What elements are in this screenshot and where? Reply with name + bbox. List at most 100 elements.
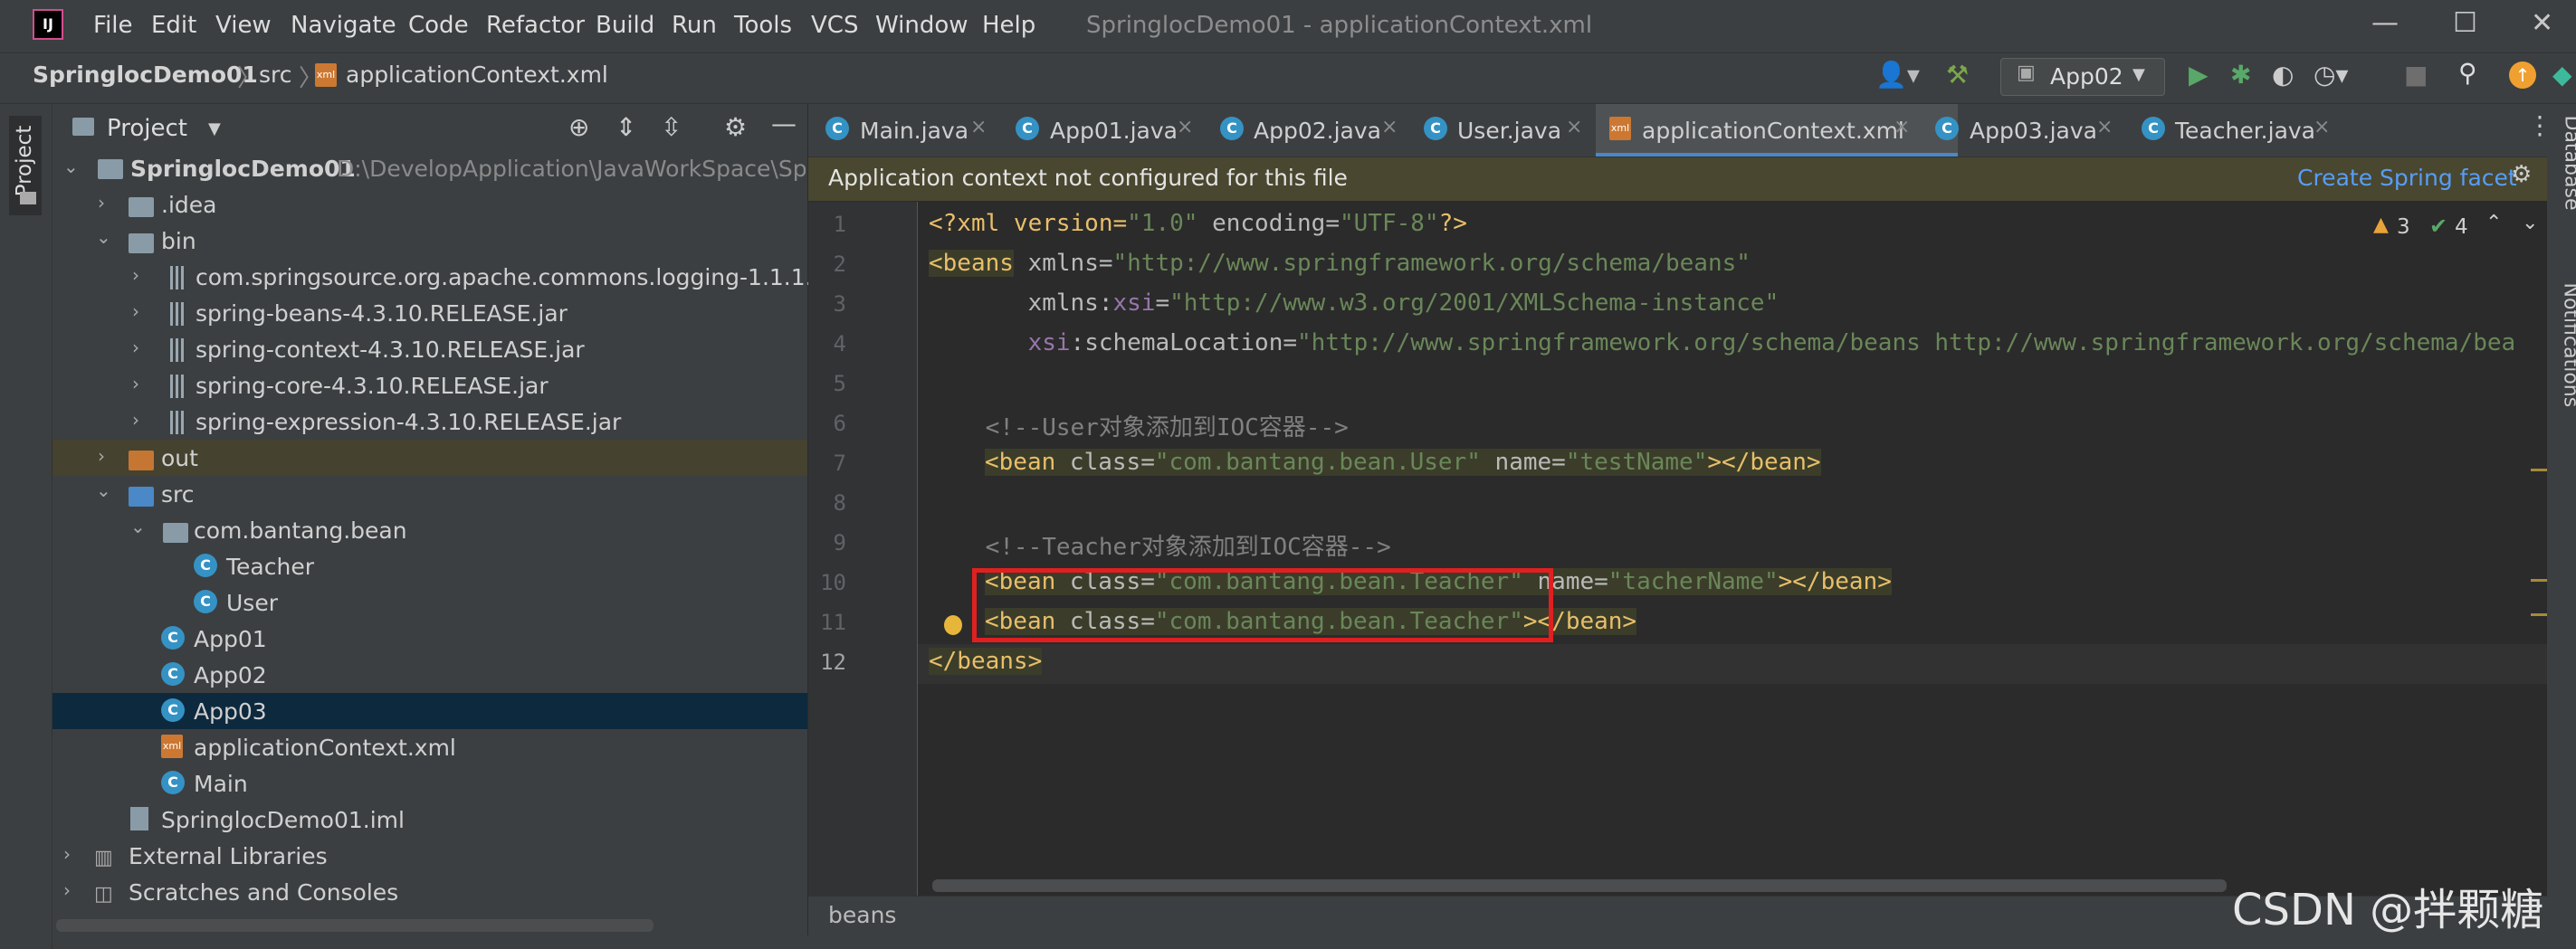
code-token: ></bean> — [1707, 449, 1821, 476]
menu-view[interactable]: View — [215, 12, 272, 39]
close-window-button[interactable]: ✕ — [2531, 7, 2553, 39]
tree-item-out[interactable]: out — [161, 445, 198, 471]
tab-application-context-xml[interactable]: applicationContext.xml — [1642, 118, 1904, 144]
tree-item-external-libraries[interactable]: External Libraries — [129, 843, 328, 869]
close-icon[interactable]: × — [2314, 116, 2330, 138]
tab-app01-java[interactable]: App01.java — [1050, 118, 1178, 144]
gear-icon[interactable]: ⚙ — [724, 112, 747, 142]
locate-icon[interactable]: ⊕ — [568, 112, 589, 142]
tree-item-project-root[interactable]: SpringlocDemo01 — [130, 156, 356, 182]
tree-item-user[interactable]: User — [226, 590, 278, 616]
tree-item-teacher[interactable]: Teacher — [226, 554, 314, 580]
menu-tools[interactable]: Tools — [734, 12, 792, 39]
class-icon: C — [161, 662, 185, 686]
menu-file[interactable]: File — [93, 12, 133, 39]
tree-item-app01[interactable]: App01 — [194, 626, 267, 652]
minimize-button[interactable]: — — [2371, 7, 2399, 39]
chevron-up-icon[interactable]: ⌃ — [2485, 212, 2502, 234]
chevron-right-icon[interactable]: › — [132, 337, 139, 358]
plugin-icon[interactable]: ◆ — [2552, 60, 2572, 90]
menu-refactor[interactable]: Refactor — [486, 12, 585, 39]
editor-horizontal-scrollbar[interactable] — [932, 879, 2227, 892]
tree-item-jar[interactable]: spring-core-4.3.10.RELEASE.jar — [196, 373, 549, 399]
tree-item-package[interactable]: com.bantang.bean — [194, 517, 407, 544]
notifications-tool-tab[interactable]: Notifications — [2560, 283, 2576, 428]
close-icon[interactable]: × — [2096, 116, 2113, 138]
create-spring-facet-link[interactable]: Create Spring facet — [2297, 165, 2517, 191]
watermark: CSDN @拌颗糖 — [2232, 885, 2544, 935]
tree-item-main[interactable]: Main — [194, 771, 248, 797]
tree-item-jar[interactable]: spring-expression-4.3.10.RELEASE.jar — [196, 409, 621, 435]
update-icon[interactable]: ↑ — [2509, 62, 2536, 89]
tree-item-iml[interactable]: SpringlocDemo01.iml — [161, 807, 405, 833]
close-icon[interactable]: × — [1566, 116, 1582, 138]
coverage-icon[interactable]: ◐ — [2272, 60, 2294, 90]
menu-navigate[interactable]: Navigate — [291, 12, 396, 39]
menu-run[interactable]: Run — [672, 12, 717, 39]
chevron-right-icon[interactable]: › — [132, 373, 139, 394]
chevron-right-icon[interactable]: › — [63, 843, 71, 865]
menu-code[interactable]: Code — [408, 12, 469, 39]
close-icon[interactable]: × — [1177, 116, 1193, 138]
menu-window[interactable]: Window — [875, 12, 968, 39]
chevron-down-icon[interactable]: ⌄ — [96, 226, 111, 248]
tree-item-application-context[interactable]: applicationContext.xml — [194, 735, 456, 761]
tree-item-app02[interactable]: App02 — [194, 662, 267, 688]
tree-item-scratches[interactable]: Scratches and Consoles — [129, 879, 398, 906]
tree-item-jar[interactable]: com.springsource.org.apache.commons.logg… — [196, 264, 842, 290]
breadcrumb-folder[interactable]: src — [259, 62, 292, 88]
stop-icon[interactable]: ■ — [2404, 60, 2428, 90]
menu-help[interactable]: Help — [982, 12, 1035, 39]
close-icon[interactable]: × — [970, 116, 987, 138]
tab-teacher-java[interactable]: Teacher.java — [2175, 118, 2315, 144]
run-icon[interactable]: ▶ — [2189, 60, 2209, 90]
breadcrumb-file[interactable]: applicationContext.xml — [346, 62, 608, 88]
menu-vcs[interactable]: VCS — [811, 12, 858, 39]
project-panel-title[interactable]: Project — [107, 115, 187, 142]
profile-icon[interactable]: ◷▾ — [2314, 60, 2349, 90]
tree-item-src[interactable]: src — [161, 481, 195, 508]
hide-panel-icon[interactable]: — — [771, 109, 797, 138]
close-icon[interactable]: × — [1381, 116, 1398, 138]
chevron-down-icon[interactable]: ⌄ — [63, 156, 79, 177]
collapse-all-icon[interactable]: ⇳ — [661, 112, 682, 142]
check-icon[interactable]: ✔ — [2429, 214, 2447, 239]
editor-breadcrumb-beans[interactable]: beans — [828, 902, 896, 928]
menu-build[interactable]: Build — [596, 12, 654, 39]
tree-item-jar[interactable]: spring-context-4.3.10.RELEASE.jar — [196, 337, 585, 363]
user-icon[interactable]: 👤▾ — [1875, 60, 1920, 90]
chevron-right-icon[interactable]: › — [132, 264, 139, 286]
tree-item-idea[interactable]: .idea — [161, 192, 216, 218]
chevron-down-icon[interactable]: ▼ — [208, 119, 221, 138]
lightbulb-icon[interactable] — [944, 615, 962, 635]
gear-icon[interactable]: ⚙ — [2511, 161, 2532, 188]
close-icon[interactable]: × — [1894, 116, 1910, 138]
project-horizontal-scrollbar[interactable] — [56, 919, 654, 932]
chevron-right-icon[interactable]: › — [63, 879, 71, 901]
chevron-right-icon[interactable]: › — [98, 445, 105, 467]
warning-icon[interactable]: ▲ — [2373, 214, 2389, 236]
expand-all-icon[interactable]: ⇕ — [615, 112, 636, 142]
chevron-right-icon[interactable]: › — [132, 409, 139, 431]
chevron-down-icon[interactable]: ⌄ — [96, 479, 111, 501]
chevron-right-icon[interactable]: › — [132, 300, 139, 322]
chevron-down-icon[interactable]: ⌄ — [130, 516, 146, 537]
intellij-logo-icon[interactable]: IJ — [33, 9, 63, 40]
tab-main-java[interactable]: Main.java — [860, 118, 968, 144]
tree-item-jar[interactable]: spring-beans-4.3.10.RELEASE.jar — [196, 300, 568, 327]
build-hammer-icon[interactable]: ⚒ — [1946, 60, 1969, 90]
chevron-down-icon[interactable]: ⌄ — [2522, 212, 2538, 234]
tree-item-app03[interactable]: App03 — [194, 698, 267, 725]
tab-app03-java[interactable]: App03.java — [1970, 118, 2097, 144]
search-icon[interactable]: ⚲ — [2458, 58, 2477, 88]
code-token: xmlns: — [929, 289, 1113, 317]
database-tool-tab[interactable]: Database — [2561, 116, 2576, 215]
tree-item-bin[interactable]: bin — [161, 228, 196, 254]
debug-icon[interactable]: ✱ — [2230, 60, 2251, 90]
menu-edit[interactable]: Edit — [151, 12, 196, 39]
maximize-button[interactable]: ☐ — [2453, 7, 2477, 39]
chevron-right-icon[interactable]: › — [98, 192, 105, 214]
breadcrumb-project[interactable]: SpringlocDemo01 — [33, 62, 258, 88]
tab-user-java[interactable]: User.java — [1457, 118, 1561, 144]
tab-app02-java[interactable]: App02.java — [1254, 118, 1381, 144]
